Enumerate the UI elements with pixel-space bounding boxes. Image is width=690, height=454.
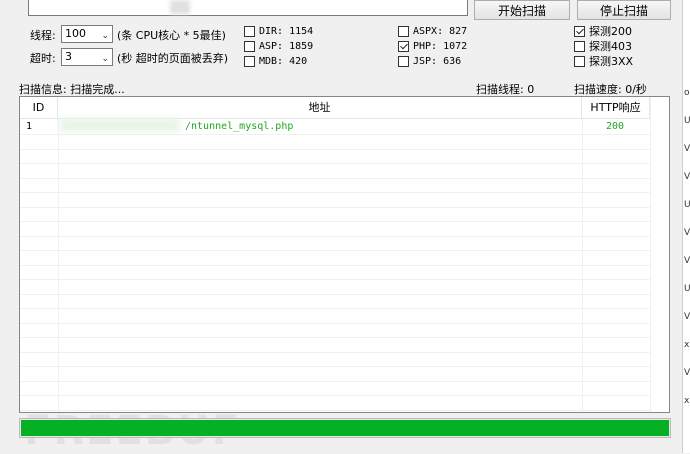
empty-row — [20, 280, 651, 295]
empty-row — [20, 236, 651, 251]
empty-row — [20, 207, 651, 222]
checkbox[interactable] — [398, 55, 409, 67]
empty-row — [20, 265, 651, 280]
checkbox-checked[interactable] — [574, 25, 585, 37]
probe-checkbox-403[interactable]: 探测403 — [574, 39, 632, 53]
checkbox[interactable] — [574, 40, 585, 52]
empty-row — [20, 338, 651, 353]
progress-bar — [19, 418, 671, 438]
scan-info: 扫描信息: 扫描完成... — [19, 83, 125, 96]
edge-glyph: x — [684, 396, 690, 406]
edge-glyph: U — [684, 284, 690, 294]
empty-row — [20, 193, 651, 208]
dict-checkbox-mdb[interactable]: MDB: 420 — [244, 54, 307, 68]
dict-checkbox-jsp[interactable]: JSP: 636 — [398, 54, 461, 68]
empty-row — [20, 323, 651, 338]
background-window-edge — [682, 0, 690, 453]
row-address: /ntunnel_mysql.php — [185, 121, 294, 132]
empty-row — [20, 367, 651, 382]
column-header-id[interactable]: ID — [20, 97, 58, 118]
empty-row — [20, 149, 651, 164]
scrollbar[interactable] — [650, 97, 669, 412]
column-header-address[interactable]: 地址 — [58, 97, 582, 118]
scan-speed: 扫描速度: 0/秒 — [574, 83, 647, 96]
probe-checkbox-3xx[interactable]: 探测3XX — [574, 54, 633, 68]
empty-row — [20, 251, 651, 266]
empty-row — [20, 178, 651, 193]
empty-row — [20, 164, 651, 179]
scan-threads: 扫描线程: 0 — [476, 83, 535, 96]
threads-hint: (条 CPU核心 * 5最佳) — [117, 29, 226, 42]
empty-row — [20, 309, 651, 324]
empty-row — [20, 381, 651, 396]
edge-glyph: U — [684, 116, 690, 126]
edge-glyph: U — [684, 200, 690, 210]
start-scan-button[interactable]: 开始扫描 — [474, 0, 570, 20]
threads-label: 线程: — [30, 29, 56, 42]
dict-checkbox-asp[interactable]: ASP: 1859 — [244, 39, 313, 53]
edge-glyph: o — [684, 88, 690, 98]
probe-checkbox-200[interactable]: 探测200 — [574, 24, 632, 38]
row-response: 200 — [606, 121, 625, 132]
threads-combo[interactable]: 100 ⌄ — [61, 25, 113, 43]
timeout-value: 3 — [65, 50, 72, 63]
checkbox[interactable] — [244, 25, 255, 37]
edge-glyph: V — [684, 256, 690, 266]
checkbox[interactable] — [574, 55, 585, 67]
chevron-down-icon: ⌄ — [101, 54, 109, 64]
timeout-combo[interactable]: 3 ⌄ — [61, 48, 113, 66]
progress-fill — [21, 420, 669, 436]
stop-scan-button[interactable]: 停止扫描 — [577, 0, 671, 20]
edge-glyph: V — [684, 172, 690, 182]
table-header: ID 地址 HTTP响应 — [20, 97, 651, 119]
empty-row — [20, 352, 651, 367]
checkbox[interactable] — [244, 55, 255, 67]
timeout-hint: (秒 超时的页面被丢弃) — [117, 52, 229, 65]
redacted-area — [60, 118, 180, 132]
threads-value: 100 — [65, 27, 86, 40]
empty-row — [20, 222, 651, 237]
edge-glyph: x — [684, 340, 690, 350]
edge-glyph: V — [684, 228, 690, 238]
checkbox[interactable] — [398, 25, 409, 37]
url-input[interactable] — [28, 0, 468, 16]
dict-checkbox-dir[interactable]: DIR: 1154 — [244, 24, 313, 38]
redacted-area — [170, 0, 190, 14]
checkbox-checked[interactable] — [398, 40, 409, 52]
chevron-down-icon: ⌄ — [101, 31, 109, 41]
empty-row — [20, 294, 651, 309]
edge-glyph: V — [684, 312, 690, 322]
edge-glyph: V — [684, 144, 690, 154]
checkbox[interactable] — [244, 40, 255, 52]
edge-glyph: V — [684, 368, 690, 378]
results-table[interactable]: ID 地址 HTTP响应 1/ntunnel_mysql.php 200 — [19, 96, 670, 413]
row-id: 1 — [26, 121, 33, 132]
timeout-label: 超时: — [30, 52, 56, 65]
empty-row — [20, 135, 651, 150]
dict-checkbox-aspx[interactable]: ASPX: 827 — [398, 24, 467, 38]
dict-checkbox-php[interactable]: PHP: 1072 — [398, 39, 467, 53]
column-header-http[interactable]: HTTP响应 — [582, 97, 650, 118]
